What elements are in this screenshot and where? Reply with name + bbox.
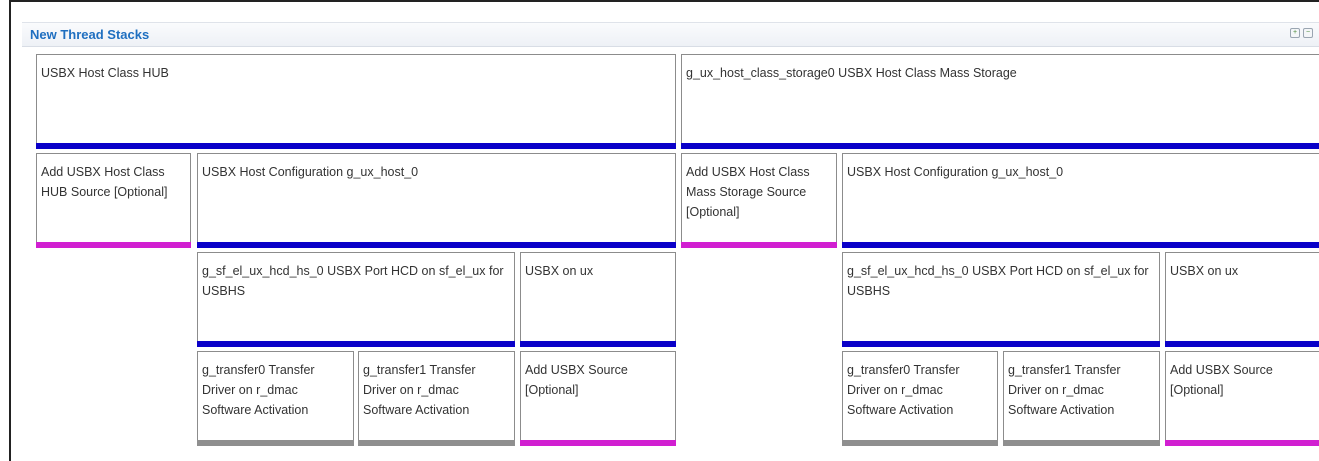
- optional-bar: [520, 440, 676, 446]
- stack-module-transfer1[interactable]: g_transfer1 Transfer Driver on r_dmac So…: [358, 351, 515, 446]
- module-label: Add USBX Source [Optional]: [525, 363, 628, 397]
- stack-module-usbx-on-ux[interactable]: USBX on ux: [1165, 252, 1319, 347]
- driver-bar: [1003, 440, 1160, 446]
- driver-bar: [197, 440, 354, 446]
- stack-module-transfer1[interactable]: g_transfer1 Transfer Driver on r_dmac So…: [1003, 351, 1160, 446]
- module-label: USBX on ux: [525, 264, 594, 278]
- module-bar: [197, 341, 515, 347]
- optional-bar: [681, 242, 837, 248]
- stack-module-add-hub-source[interactable]: Add USBX Host Class HUB Source [Optional…: [36, 153, 191, 248]
- module-label: g_transfer0 Transfer Driver on r_dmac So…: [202, 363, 315, 417]
- module-label: g_ux_host_class_storage0 USBX Host Class…: [686, 66, 1017, 80]
- module-label: g_transfer0 Transfer Driver on r_dmac So…: [847, 363, 960, 417]
- stack-module-usbx-host-class-mass-storage[interactable]: g_ux_host_class_storage0 USBX Host Class…: [681, 54, 1319, 149]
- stack-module-port-hcd[interactable]: g_sf_el_ux_hcd_hs_0 USBX Port HCD on sf_…: [197, 252, 515, 347]
- thread-stacks-canvas: USBX Host Class HUB Add USBX Host Class …: [22, 48, 1319, 461]
- panel-header: New Thread Stacks + −: [22, 22, 1319, 47]
- stack-module-add-mass-storage-source[interactable]: Add USBX Host Class Mass Storage Source …: [681, 153, 837, 248]
- stack-module-add-usbx-source[interactable]: Add USBX Source [Optional]: [1165, 351, 1319, 446]
- optional-bar: [1165, 440, 1319, 446]
- header-toolbar: + −: [1290, 28, 1313, 38]
- module-label: Add USBX Host Class HUB Source [Optional…: [41, 165, 168, 199]
- module-bar: [842, 242, 1319, 248]
- module-label: Add USBX Host Class Mass Storage Source …: [686, 165, 810, 219]
- module-label: g_sf_el_ux_hcd_hs_0 USBX Port HCD on sf_…: [847, 264, 1149, 298]
- module-label: g_transfer1 Transfer Driver on r_dmac So…: [1008, 363, 1121, 417]
- module-label: USBX Host Configuration g_ux_host_0: [847, 165, 1064, 179]
- stack-module-host-configuration[interactable]: USBX Host Configuration g_ux_host_0: [197, 153, 676, 248]
- module-label: Add USBX Source [Optional]: [1170, 363, 1273, 397]
- stack-module-transfer0[interactable]: g_transfer0 Transfer Driver on r_dmac So…: [842, 351, 998, 446]
- module-label: g_transfer1 Transfer Driver on r_dmac So…: [363, 363, 476, 417]
- stack-module-transfer0[interactable]: g_transfer0 Transfer Driver on r_dmac So…: [197, 351, 354, 446]
- add-icon[interactable]: +: [1290, 28, 1300, 38]
- remove-icon[interactable]: −: [1303, 28, 1313, 38]
- stack-module-add-usbx-source[interactable]: Add USBX Source [Optional]: [520, 351, 676, 446]
- stack-module-port-hcd[interactable]: g_sf_el_ux_hcd_hs_0 USBX Port HCD on sf_…: [842, 252, 1160, 347]
- module-label: USBX Host Class HUB: [41, 66, 169, 80]
- module-bar: [520, 341, 676, 347]
- module-label: g_sf_el_ux_hcd_hs_0 USBX Port HCD on sf_…: [202, 264, 504, 298]
- module-label: USBX Host Configuration g_ux_host_0: [202, 165, 419, 179]
- stack-module-usbx-host-class-hub[interactable]: USBX Host Class HUB: [36, 54, 676, 149]
- module-bar: [36, 143, 676, 149]
- panel-title: New Thread Stacks: [30, 27, 150, 42]
- stack-module-host-configuration[interactable]: USBX Host Configuration g_ux_host_0: [842, 153, 1319, 248]
- module-bar: [1165, 341, 1319, 347]
- driver-bar: [842, 440, 998, 446]
- optional-bar: [36, 242, 191, 248]
- module-bar: [842, 341, 1160, 347]
- stack-module-usbx-on-ux[interactable]: USBX on ux: [520, 252, 676, 347]
- module-label: USBX on ux: [1170, 264, 1239, 278]
- driver-bar: [358, 440, 515, 446]
- module-bar: [197, 242, 676, 248]
- module-bar: [681, 143, 1319, 149]
